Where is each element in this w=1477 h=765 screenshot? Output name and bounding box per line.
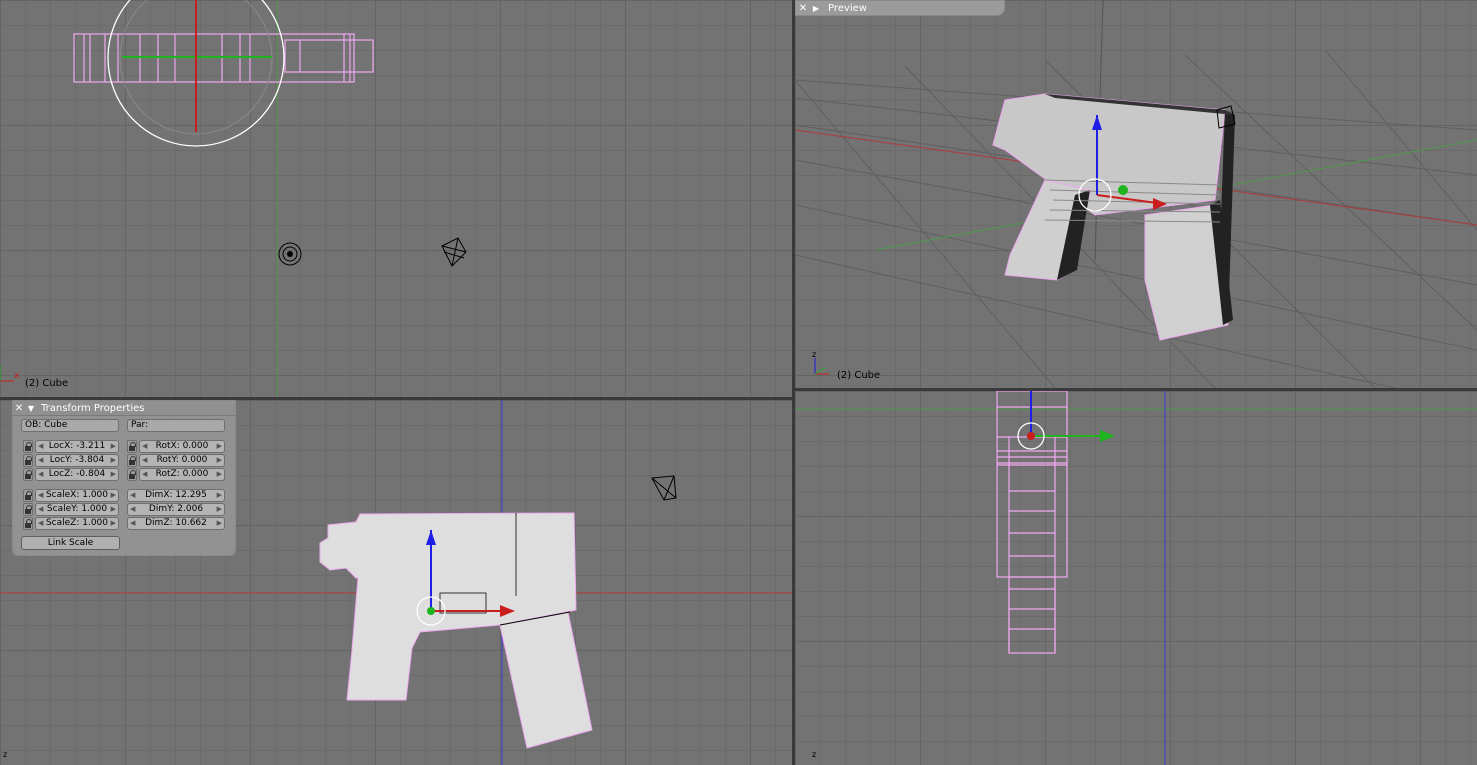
perspective-scene [795,0,1477,388]
dim-y-field[interactable]: ◀ DimY: 2.006 ▶ [127,503,225,516]
gun-mesh-perspective [992,93,1235,341]
scale-x-field[interactable]: ◀ ScaleX: 1.000 ▶ [35,489,119,502]
viewport-top-right[interactable]: ✕ ▶ Preview z (2) Cube [795,0,1477,388]
transform-properties-panel[interactable]: ✕ ▼ Transform Properties OB: Cube Par: ◀… [12,400,236,556]
axis-z-label: z [812,750,817,759]
lock-icon[interactable] [23,454,33,467]
lock-icon[interactable] [23,489,33,502]
lock-icon[interactable] [127,454,137,467]
viewport-top-left[interactable]: x (2) Cube [0,0,792,397]
ground-grid [795,49,1477,388]
close-icon[interactable]: ✕ [13,403,25,414]
camera-icon[interactable] [441,237,467,267]
top-view-scene [0,0,467,397]
axis-x-label: x [14,371,20,381]
scale-z-field[interactable]: ◀ ScaleZ: 1.000 ▶ [35,517,119,530]
object-label: (2) Cube [837,370,881,381]
front-view-scene [795,391,1477,765]
axis-z-label: z [812,350,817,359]
parent-field[interactable]: Par: [127,419,225,432]
panel-header[interactable]: ✕ ▼ Transform Properties [13,401,235,416]
object-label: (2) Cube [25,378,69,389]
scale-y-field[interactable]: ◀ ScaleY: 1.000 ▶ [35,503,119,516]
lock-icon[interactable] [23,517,33,530]
preview-header[interactable]: ✕ ▶ Preview [795,0,1005,16]
collapse-triangle-icon[interactable]: ▼ [25,404,37,413]
lock-icon[interactable] [127,468,137,481]
lock-icon[interactable] [23,468,33,481]
preview-title: Preview [828,2,867,14]
link-scale-button[interactable]: Link Scale [21,536,120,550]
lamp-icon[interactable] [278,242,302,266]
axis-z-label: z [3,750,8,759]
loc-z-field[interactable]: ◀ LocZ: -0.804 ▶ [35,468,119,481]
dim-z-field[interactable]: ◀ DimZ: 10.662 ▶ [127,517,225,530]
rot-y-field[interactable]: ◀ RotY: 0.000 ▶ [139,454,225,467]
viewport-bottom-right[interactable]: z [795,391,1477,765]
rot-x-field[interactable]: ◀ RotX: 0.000 ▶ [139,440,225,453]
object-name-field[interactable]: OB: Cube [21,419,119,432]
panel-title: Transform Properties [41,402,145,414]
lock-icon[interactable] [127,440,137,453]
rot-z-field[interactable]: ◀ RotZ: 0.000 ▶ [139,468,225,481]
lock-icon[interactable] [23,440,33,453]
gun-mesh-side [319,512,593,749]
camera-icon[interactable] [651,475,677,501]
loc-y-field[interactable]: ◀ LocY: -3.804 ▶ [35,454,119,467]
expand-triangle-icon[interactable]: ▶ [810,4,822,13]
loc-x-field[interactable]: ◀ LocX: -3.211 ▶ [35,440,119,453]
close-icon[interactable]: ✕ [796,3,810,14]
lock-icon[interactable] [23,503,33,516]
dim-x-field[interactable]: ◀ DimX: 12.295 ▶ [127,489,225,502]
